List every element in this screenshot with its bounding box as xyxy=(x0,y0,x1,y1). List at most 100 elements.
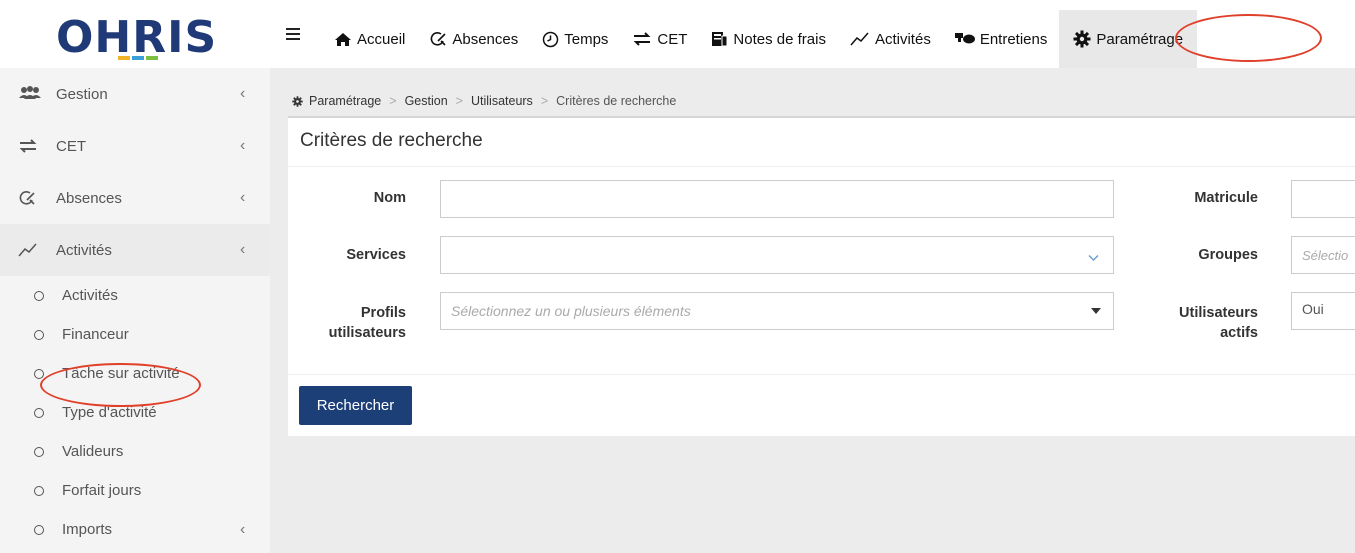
sidebar-subitem-activites[interactable]: Activités xyxy=(0,276,270,315)
main-nav: Accueil Absences Temps CET Notes de frai… xyxy=(322,10,1198,68)
sidebar-subitem-label: Activités xyxy=(62,287,118,304)
breadcrumb-separator: > xyxy=(389,94,397,108)
services-label: Services xyxy=(346,247,406,263)
sidebar-item-absences-label: Absences xyxy=(56,189,122,207)
divider xyxy=(288,374,1355,375)
panel-title: Critères de recherche xyxy=(300,130,483,151)
absence-icon xyxy=(429,31,447,47)
nav-parametrage-label: Paramétrage xyxy=(1096,30,1184,48)
caret-down-icon xyxy=(1091,308,1101,314)
home-icon xyxy=(334,32,352,47)
absence-icon xyxy=(18,190,44,206)
actifs-label-line2: actifs xyxy=(1220,325,1258,341)
sidebar-item-activites-label: Activités xyxy=(56,241,112,259)
receipt-icon xyxy=(711,31,728,47)
chat-icon xyxy=(954,32,975,46)
gear-icon xyxy=(292,95,303,107)
sidebar-item-activites[interactable]: Activités ‹ xyxy=(0,224,270,276)
profils-label-line2: utilisateurs xyxy=(328,325,406,341)
actifs-select[interactable]: Oui xyxy=(1291,292,1355,330)
chevron-down-icon xyxy=(1088,249,1099,265)
chevron-left-icon: ‹ xyxy=(240,85,246,102)
circle-icon xyxy=(34,446,44,457)
circle-icon xyxy=(34,368,44,379)
logo-text: OHRIS xyxy=(56,12,218,63)
profils-label: Profils utilisateurs xyxy=(308,303,406,343)
groupes-select[interactable]: Sélectio xyxy=(1291,236,1355,274)
nav-cet[interactable]: CET xyxy=(620,10,699,68)
sidebar-subitem-label: Financeur xyxy=(62,326,129,343)
breadcrumb-parametrage[interactable]: Paramétrage xyxy=(309,94,381,108)
sidebar-subitem-label: Imports xyxy=(62,521,113,538)
nav-notes-de-frais[interactable]: Notes de frais xyxy=(699,10,838,68)
actifs-label: Utilisateurs actifs xyxy=(1148,303,1258,343)
circle-icon xyxy=(34,407,44,418)
sidebar-subitem-forfait-jours[interactable]: Forfait jours xyxy=(0,471,270,510)
sidebar-item-absences[interactable]: Absences ‹ xyxy=(0,172,270,224)
divider xyxy=(288,166,1355,167)
nav-absences[interactable]: Absences xyxy=(417,10,530,68)
sidebar-item-gestion[interactable]: Gestion ‹ xyxy=(0,68,270,120)
nav-temps[interactable]: Temps xyxy=(530,10,620,68)
matricule-label: Matricule xyxy=(1194,190,1258,206)
sidebar-subitem-financeur[interactable]: Financeur xyxy=(0,315,270,354)
sidebar-item-cet-label: CET xyxy=(56,137,86,155)
chart-line-icon xyxy=(850,32,870,46)
groupes-placeholder: Sélectio xyxy=(1302,247,1349,263)
logo-color-bars xyxy=(118,56,158,60)
transfer-icon xyxy=(18,139,44,153)
top-bar: OHRIS Accueil Absences Temps CET Notes d… xyxy=(0,0,1355,68)
sidebar-item-cet[interactable]: CET ‹ xyxy=(0,120,270,172)
nav-activites[interactable]: Activités xyxy=(838,10,943,68)
hamburger-menu-icon[interactable] xyxy=(286,28,300,40)
chevron-left-icon: ‹ xyxy=(240,520,246,538)
nav-cet-label: CET xyxy=(657,30,688,48)
sidebar-subitem-tache-sur-activite[interactable]: Tâche sur activité xyxy=(0,354,270,393)
nav-notes-de-frais-label: Notes de frais xyxy=(733,30,826,48)
main-content: Paramétrage > Gestion > Utilisateurs > C… xyxy=(270,68,1355,553)
groupes-label: Groupes xyxy=(1198,247,1258,263)
sidebar: Gestion ‹ CET ‹ Absences ‹ Activités ‹ A… xyxy=(0,68,270,553)
sidebar-subitem-label: Type d'activité xyxy=(62,404,157,421)
breadcrumb-gestion[interactable]: Gestion xyxy=(405,94,448,108)
nav-absences-label: Absences xyxy=(452,30,519,48)
actifs-label-line1: Utilisateurs xyxy=(1179,305,1258,321)
search-criteria-panel: Critères de recherche Nom Matricule Serv… xyxy=(288,116,1355,436)
sidebar-subitem-type-activite[interactable]: Type d'activité xyxy=(0,393,270,432)
logo[interactable]: OHRIS xyxy=(56,14,217,62)
actifs-value: Oui xyxy=(1302,301,1324,317)
circle-icon xyxy=(34,329,44,340)
sidebar-subitem-valideurs[interactable]: Valideurs xyxy=(0,432,270,471)
chevron-left-icon: ‹ xyxy=(240,241,246,258)
sidebar-subitem-label: Forfait jours xyxy=(62,482,142,499)
nav-accueil[interactable]: Accueil xyxy=(322,10,417,68)
nav-entretiens[interactable]: Entretiens xyxy=(943,10,1060,68)
sidebar-subitem-label: Tâche sur activité xyxy=(62,365,180,382)
nav-accueil-label: Accueil xyxy=(357,30,406,48)
sidebar-subitem-imports[interactable]: Imports ‹ xyxy=(0,510,270,549)
nom-input[interactable] xyxy=(440,180,1114,218)
nav-temps-label: Temps xyxy=(564,30,609,48)
search-button[interactable]: Rechercher xyxy=(299,386,412,425)
gear-icon xyxy=(1073,30,1091,48)
users-icon xyxy=(18,86,44,102)
breadcrumb-separator: > xyxy=(455,94,463,108)
circle-icon xyxy=(34,524,44,535)
nom-label: Nom xyxy=(373,190,406,206)
matricule-input[interactable] xyxy=(1291,180,1355,218)
profils-placeholder: Sélectionnez un ou plusieurs éléments xyxy=(451,303,691,319)
sidebar-item-gestion-label: Gestion xyxy=(56,85,108,103)
breadcrumb-separator: > xyxy=(540,94,549,108)
breadcrumb-current: Critères de recherche xyxy=(556,94,677,108)
breadcrumb-utilisateurs[interactable]: Utilisateurs xyxy=(471,94,533,108)
nav-entretiens-label: Entretiens xyxy=(979,30,1048,48)
services-select[interactable] xyxy=(440,236,1114,274)
nav-parametrage[interactable]: Paramétrage xyxy=(1059,10,1198,68)
circle-icon xyxy=(34,290,44,301)
chart-line-icon xyxy=(18,243,44,257)
breadcrumb: Paramétrage > Gestion > Utilisateurs > C… xyxy=(292,94,676,108)
nav-activites-label: Activités xyxy=(874,30,931,48)
chevron-left-icon: ‹ xyxy=(240,189,246,206)
profils-multiselect[interactable]: Sélectionnez un ou plusieurs éléments xyxy=(440,292,1114,330)
chevron-left-icon: ‹ xyxy=(240,137,246,154)
